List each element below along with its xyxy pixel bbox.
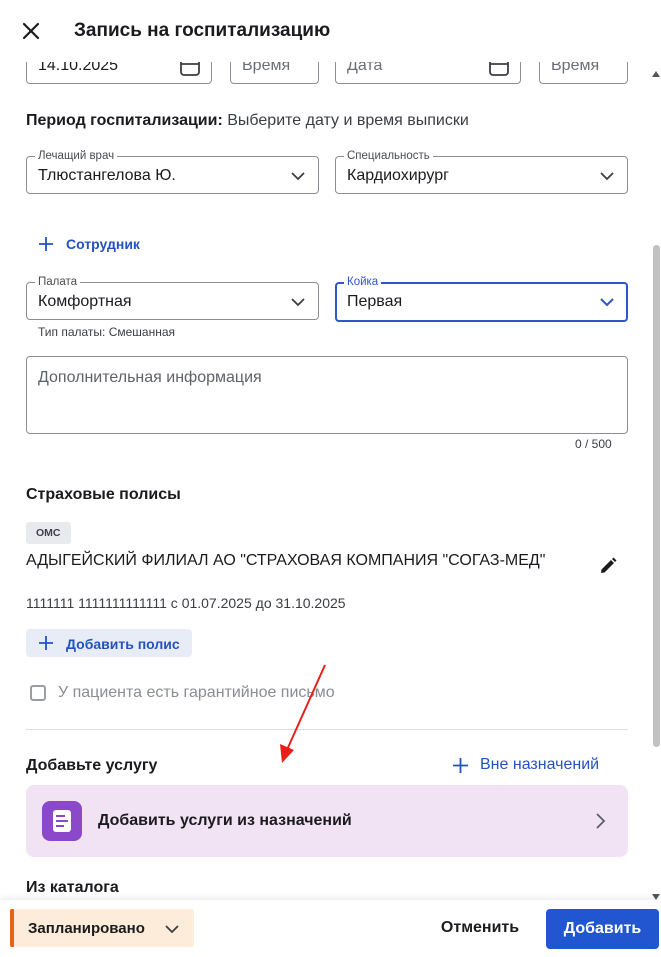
additional-info-placeholder: Дополнительная информация: [38, 369, 262, 386]
dialog-title: Запись на госпитализацию: [74, 20, 331, 41]
period-label: Период госпитализации:: [26, 112, 223, 129]
outside-prescriptions-label: Вне назначений: [480, 756, 600, 773]
plus-icon: [452, 757, 469, 779]
chevron-down-icon[interactable]: [290, 295, 306, 313]
chevron-down-icon[interactable]: [290, 169, 306, 187]
doctor-value: Тлюстангелова Ю.: [38, 167, 176, 184]
doctor-select[interactable]: Лечащий врач Тлюстангелова Ю.: [26, 149, 319, 194]
bed-label: Койка: [344, 275, 382, 289]
close-icon[interactable]: [18, 18, 44, 44]
add-from-prescriptions-label: Добавить услуги из назначений: [98, 812, 352, 829]
ward-type-hint: Тип палаты: Смешанная: [38, 325, 176, 339]
cancel-button[interactable]: Отменить: [430, 909, 530, 947]
guarantee-letter-checkbox[interactable]: [30, 685, 46, 701]
chevron-down-icon[interactable]: [164, 922, 180, 940]
policy-type-badge: ОМС: [26, 522, 71, 544]
specialty-value: Кардиохирург: [347, 167, 449, 184]
dialog-footer: Запланировано Отменить Добавить: [0, 900, 661, 957]
additional-info-textarea[interactable]: Дополнительная информация: [26, 356, 628, 434]
bed-value: Первая: [347, 293, 403, 310]
doctor-label: Лечащий врач: [35, 149, 118, 163]
add-employee-label: Сотрудник: [66, 236, 140, 252]
dialog-header: Запись на госпитализацию: [0, 0, 661, 62]
specialty-select[interactable]: Специальность Кардиохирург: [335, 149, 628, 194]
plus-icon: [38, 236, 54, 257]
chevron-right-icon: [594, 812, 606, 835]
ward-select[interactable]: Палата Комфортная: [26, 275, 319, 320]
chevron-down-icon[interactable]: [599, 169, 615, 187]
scrollbar-thumb[interactable]: [653, 245, 660, 747]
add-policy-button[interactable]: Добавить полис: [26, 629, 192, 657]
status-select[interactable]: Запланировано: [10, 909, 194, 947]
insurance-section-title: Страховые полисы: [26, 486, 181, 503]
add-from-prescriptions-card[interactable]: Добавить услуги из назначений: [26, 785, 628, 857]
specialty-label: Специальность: [344, 149, 433, 163]
services-section-title: Добавьте услугу: [26, 757, 158, 774]
status-value: Запланировано: [28, 920, 145, 937]
outside-prescriptions-button[interactable]: Вне назначений: [452, 754, 612, 776]
policy-details: 1111111 1111111111111 с 01.07.2025 до 31…: [26, 595, 346, 611]
ward-label: Палата: [35, 275, 81, 289]
policy-company: АДЫГЕЙСКИЙ ФИЛИАЛ АО "СТРАХОВАЯ КОМПАНИЯ…: [26, 552, 546, 569]
plus-icon: [38, 635, 54, 656]
add-button[interactable]: Добавить: [546, 909, 659, 949]
pencil-icon[interactable]: [598, 556, 618, 581]
ward-value: Комфортная: [38, 293, 132, 310]
chevron-down-icon[interactable]: [599, 295, 615, 313]
add-policy-label: Добавить полис: [66, 636, 180, 652]
hospitalization-period: Период госпитализации: Выберите дату и в…: [26, 112, 469, 130]
period-text: Выберите дату и время выписки: [227, 112, 469, 129]
scroll-up-icon[interactable]: [652, 64, 660, 82]
annotation-arrow: [270, 660, 330, 775]
bed-select[interactable]: Койка Первая: [335, 275, 628, 322]
char-counter: 0 / 500: [575, 437, 612, 451]
document-icon: [42, 801, 82, 841]
catalog-section-title: Из каталога: [26, 879, 119, 896]
